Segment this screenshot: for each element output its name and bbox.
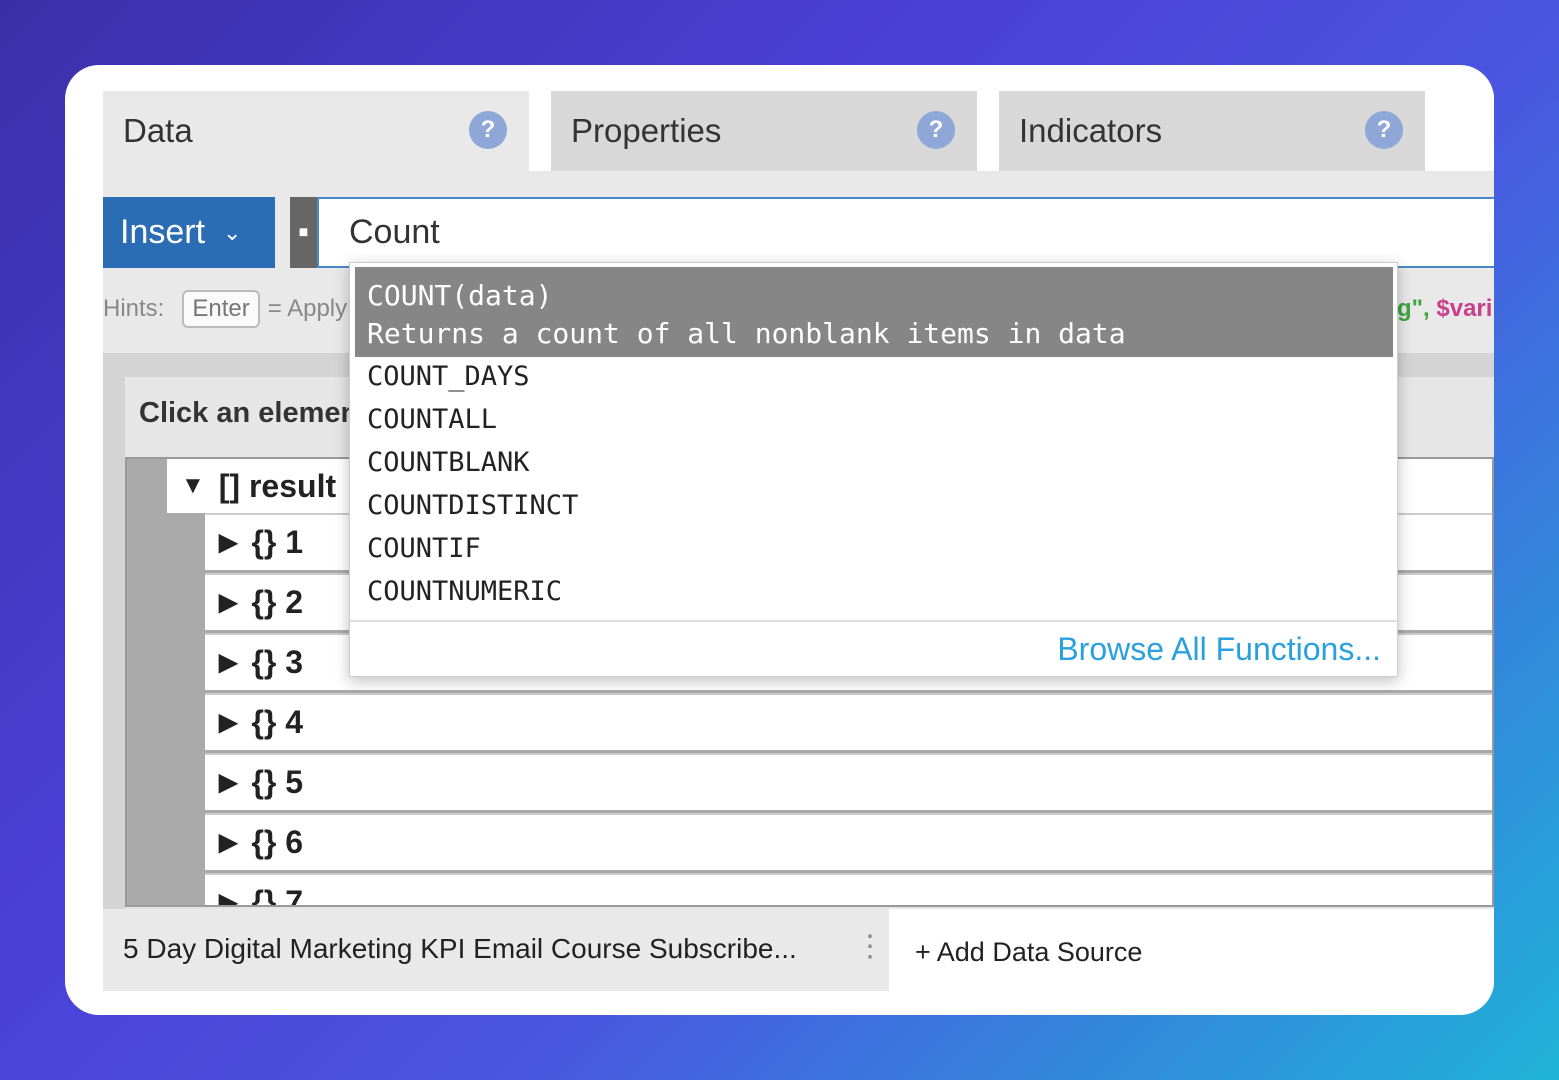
tab-properties[interactable]: Properties ? (551, 91, 977, 171)
triangle-right-icon[interactable]: ▶ (219, 588, 237, 617)
data-source-name[interactable]: 5 Day Digital Marketing KPI Email Course… (123, 933, 797, 965)
enter-key-hint: Enter (182, 290, 260, 328)
function-signature: COUNT(data) (367, 279, 553, 312)
autocomplete-item[interactable]: COUNTALL (367, 400, 497, 440)
autocomplete-item[interactable]: COUNTDISTINCT (367, 486, 578, 526)
autocomplete-item[interactable]: COUNTNUMERIC (367, 572, 562, 612)
formula-input-value: Count (349, 213, 440, 251)
triangle-right-icon[interactable]: ▶ (219, 828, 237, 857)
tree-row-label: {} 4 (251, 704, 304, 740)
tab-bar: Data ? Properties ? Indicators ? (103, 91, 1494, 171)
tab-properties-label: Properties (571, 112, 722, 149)
function-description: Returns a count of all nonblank items in… (367, 317, 1126, 350)
app-window: Data ? Properties ? Indicators ? Insert … (65, 65, 1494, 1015)
browse-all-functions-link[interactable]: Browse All Functions... (1057, 631, 1381, 668)
triangle-right-icon[interactable]: ▶ (219, 528, 237, 557)
tree-row[interactable]: ▶ {} 7 (205, 873, 1492, 907)
add-data-source-button[interactable]: + Add Data Source (889, 909, 1494, 991)
tree-root-label: [] result (218, 467, 337, 504)
tree-row-label: {} 3 (251, 644, 304, 680)
insert-button-label: Insert (120, 213, 206, 251)
apply-hint: = Apply (267, 295, 348, 322)
hints-label: Hints: (103, 295, 165, 322)
tab-indicators-label: Indicators (1019, 112, 1163, 149)
kebab-menu-icon[interactable]: ⋮ (855, 929, 885, 964)
autocomplete-selected-item[interactable]: COUNT(data) Returns a count of all nonbl… (355, 267, 1393, 357)
autocomplete-item[interactable]: COUNTBLANK (367, 443, 530, 483)
tree-row-label: {} 5 (251, 764, 304, 800)
tree-row-label: {} 2 (251, 584, 304, 620)
insert-button[interactable]: Insert ⌄ (103, 197, 275, 268)
tree-row-label: {} 1 (251, 524, 304, 560)
string-syntax-hint: g", (1397, 295, 1430, 322)
autocomplete-item[interactable]: COUNTIF (367, 529, 481, 569)
tree-row[interactable]: ▶ {} 4 (205, 693, 1492, 750)
autocomplete-dropdown: COUNT(data) Returns a count of all nonbl… (349, 262, 1399, 677)
divider (350, 620, 1399, 622)
tree-row[interactable]: ▶ {} 6 (205, 813, 1492, 870)
tree-row-label: {} 7 (251, 884, 304, 907)
triangle-right-icon[interactable]: ▶ (219, 708, 237, 737)
help-icon[interactable]: ? (469, 111, 507, 149)
tab-indicators[interactable]: Indicators ? (999, 91, 1425, 171)
data-source-bar: 5 Day Digital Marketing KPI Email Course… (103, 909, 1494, 991)
variable-syntax-hint: $vari (1436, 295, 1493, 322)
tree-row[interactable]: ▶ {} 5 (205, 753, 1492, 810)
tab-data-label: Data (123, 112, 193, 149)
help-icon[interactable]: ? (1365, 111, 1403, 149)
triangle-right-icon[interactable]: ▶ (219, 648, 237, 677)
tab-data[interactable]: Data ? (103, 91, 529, 171)
help-icon[interactable]: ? (917, 111, 955, 149)
triangle-down-icon[interactable]: ▼ (181, 472, 205, 500)
triangle-right-icon[interactable]: ▶ (219, 768, 237, 797)
tree-row-label: {} 6 (251, 824, 304, 860)
hints-bar: Hints: Enter = Apply (103, 287, 347, 331)
autocomplete-item[interactable]: COUNT_DAYS (367, 357, 530, 397)
formula-input[interactable]: Count (317, 197, 1494, 268)
drag-handle-icon[interactable]: ■ (290, 197, 317, 268)
instruction-text: Click an elemen (139, 397, 359, 429)
chevron-down-icon: ⌄ (223, 219, 242, 245)
triangle-right-icon[interactable]: ▶ (219, 888, 237, 905)
hints-syntax: g", $vari (1397, 295, 1492, 323)
